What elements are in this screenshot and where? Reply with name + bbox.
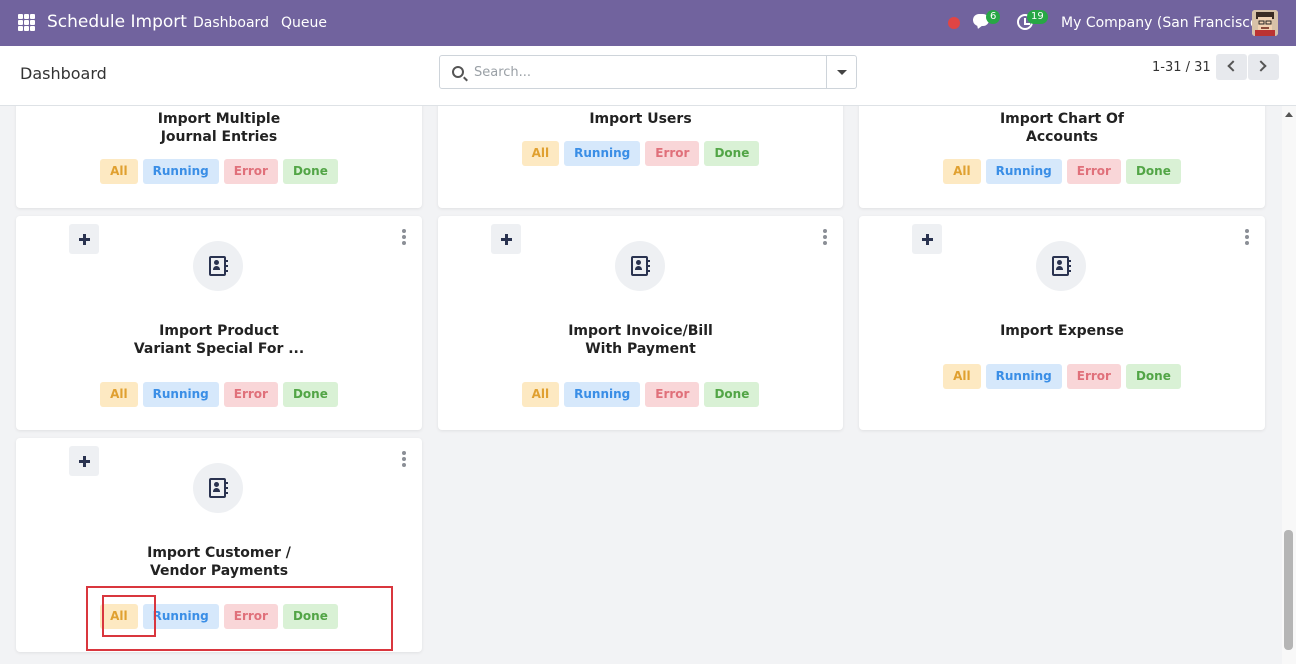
contact-book-icon bbox=[209, 256, 228, 276]
filter-error-button[interactable]: Error bbox=[1066, 159, 1121, 184]
filter-running-button[interactable]: Running bbox=[142, 382, 219, 407]
search-options-toggle[interactable] bbox=[826, 56, 856, 88]
import-card-icon bbox=[615, 241, 665, 291]
contact-book-icon bbox=[209, 478, 228, 498]
add-import-button[interactable] bbox=[69, 224, 99, 254]
card-title[interactable]: Import Chart Of Accounts bbox=[859, 110, 1265, 146]
filter-running-button[interactable]: Running bbox=[564, 141, 641, 166]
filter-all-button[interactable]: All bbox=[100, 159, 138, 184]
card-filters: All Running Error Done bbox=[438, 141, 843, 166]
card-title[interactable]: Import Invoice/Bill With Payment bbox=[438, 322, 843, 358]
add-import-button[interactable] bbox=[69, 446, 99, 476]
filter-error-button[interactable]: Error bbox=[223, 382, 278, 407]
filter-error-button[interactable]: Error bbox=[645, 382, 700, 407]
filter-error-button[interactable]: Error bbox=[645, 141, 700, 166]
filter-done-button[interactable]: Done bbox=[282, 159, 338, 184]
more-options-icon[interactable] bbox=[402, 229, 406, 245]
kanban-content: Import Multiple Journal Entries All Runni… bbox=[0, 106, 1282, 664]
search-input[interactable] bbox=[474, 60, 824, 84]
filter-all-button[interactable]: All bbox=[943, 159, 981, 184]
filter-running-button[interactable]: Running bbox=[142, 159, 219, 184]
filter-done-button[interactable]: Done bbox=[282, 382, 338, 407]
company-switcher[interactable]: My Company (San Francisco) bbox=[1061, 15, 1264, 31]
record-indicator-icon[interactable] bbox=[948, 17, 960, 29]
top-navbar: Schedule Import Dashboard Queue 6 19 My … bbox=[0, 0, 1296, 46]
filter-done-button[interactable]: Done bbox=[1125, 159, 1181, 184]
filter-done-button[interactable]: Done bbox=[704, 382, 760, 407]
highlight-box-all bbox=[102, 595, 156, 637]
card-title[interactable]: Import Multiple Journal Entries bbox=[16, 110, 422, 146]
card-title[interactable]: Import Customer / Vendor Payments bbox=[16, 544, 422, 580]
card-import-expense: Import Expense All Running Error Done bbox=[859, 216, 1265, 430]
vertical-scrollbar[interactable] bbox=[1282, 106, 1296, 664]
card-title[interactable]: Import Expense bbox=[859, 322, 1265, 340]
card-import-users: Import Users All Running Error Done bbox=[438, 106, 843, 208]
scroll-up-arrow-icon[interactable] bbox=[1285, 112, 1293, 117]
card-title[interactable]: Import Users bbox=[438, 110, 843, 128]
contact-book-icon bbox=[1052, 256, 1071, 276]
menu-queue[interactable]: Queue bbox=[281, 15, 327, 31]
filter-all-button[interactable]: All bbox=[100, 382, 138, 407]
pager-previous-button[interactable] bbox=[1216, 54, 1247, 80]
filter-all-button[interactable]: All bbox=[943, 364, 981, 389]
filter-running-button[interactable]: Running bbox=[985, 364, 1062, 389]
card-import-multiple-journal-entries: Import Multiple Journal Entries All Runni… bbox=[16, 106, 422, 208]
card-filters: All Running Error Done bbox=[859, 159, 1265, 184]
chevron-right-icon bbox=[1255, 60, 1267, 72]
import-card-icon bbox=[193, 241, 243, 291]
card-filters: All Running Error Done bbox=[438, 382, 843, 407]
card-import-product-variant: Import Product Variant Special For ... Al… bbox=[16, 216, 422, 430]
search-box bbox=[439, 55, 857, 89]
filter-running-button[interactable]: Running bbox=[564, 382, 641, 407]
filter-done-button[interactable]: Done bbox=[704, 141, 760, 166]
card-filters: All Running Error Done bbox=[16, 382, 422, 407]
apps-menu-icon[interactable] bbox=[18, 14, 35, 31]
scrollbar-thumb[interactable] bbox=[1284, 530, 1293, 650]
filter-all-button[interactable]: All bbox=[521, 141, 560, 166]
more-options-icon[interactable] bbox=[1245, 229, 1249, 245]
messages-count-badge: 6 bbox=[986, 10, 1001, 24]
search-icon bbox=[452, 66, 464, 78]
more-options-icon[interactable] bbox=[823, 229, 827, 245]
more-options-icon[interactable] bbox=[402, 451, 406, 467]
card-filters: All Running Error Done bbox=[859, 364, 1265, 389]
filter-error-button[interactable]: Error bbox=[223, 159, 278, 184]
import-card-icon bbox=[1036, 241, 1086, 291]
app-name[interactable]: Schedule Import bbox=[47, 12, 187, 32]
chevron-left-icon bbox=[1227, 60, 1239, 72]
filter-done-button[interactable]: Done bbox=[1125, 364, 1181, 389]
activities-count-badge: 19 bbox=[1027, 10, 1048, 24]
filter-all-button[interactable]: All bbox=[521, 382, 560, 407]
pager-value[interactable]: 1-31 / 31 bbox=[1152, 60, 1211, 75]
card-import-invoice-bill: Import Invoice/Bill With Payment All Runn… bbox=[438, 216, 843, 430]
add-import-button[interactable] bbox=[912, 224, 942, 254]
import-card-icon bbox=[193, 463, 243, 513]
filter-error-button[interactable]: Error bbox=[1066, 364, 1121, 389]
menu-dashboard[interactable]: Dashboard bbox=[193, 15, 269, 31]
card-title[interactable]: Import Product Variant Special For ... bbox=[16, 322, 422, 358]
contact-book-icon bbox=[631, 256, 650, 276]
card-filters: All Running Error Done bbox=[16, 159, 422, 184]
user-avatar[interactable] bbox=[1252, 10, 1278, 36]
filter-running-button[interactable]: Running bbox=[985, 159, 1062, 184]
control-panel: Dashboard 1-31 / 31 bbox=[0, 46, 1296, 106]
add-import-button[interactable] bbox=[491, 224, 521, 254]
page-title: Dashboard bbox=[20, 64, 107, 83]
pager-next-button[interactable] bbox=[1248, 54, 1279, 80]
card-import-chart-of-accounts: Import Chart Of Accounts All Running Erro… bbox=[859, 106, 1265, 208]
